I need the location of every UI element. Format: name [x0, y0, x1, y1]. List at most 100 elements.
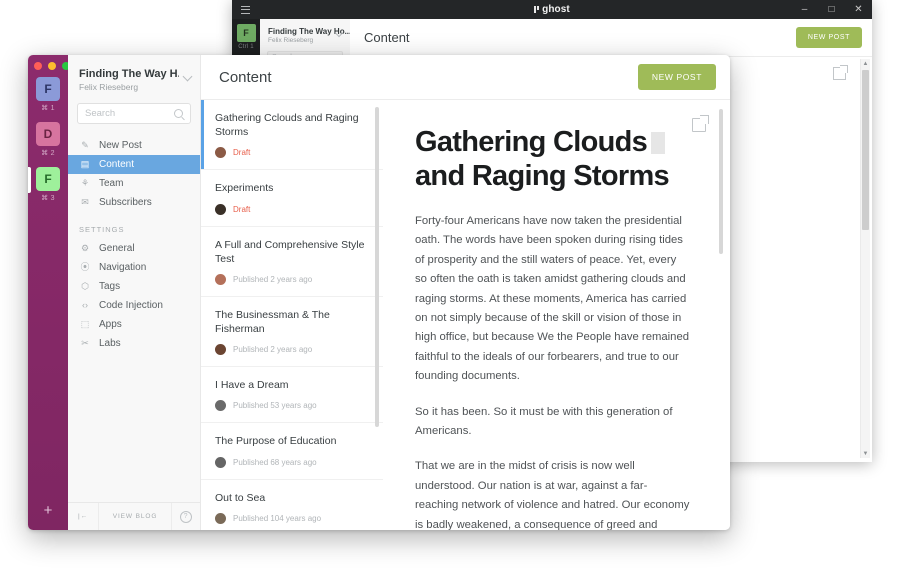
article-paragraph-2: So it has been. So it must be with this … [415, 405, 673, 438]
article-scrollbar[interactable] [719, 109, 723, 254]
blog-name[interactable]: Finding The Way H... [79, 68, 179, 80]
sidebar[interactable]: Finding The Way H... Felix Rieseberg Sea… [68, 55, 201, 530]
post-title: The Purpose of Education [215, 435, 337, 448]
scroll-up-arrow-icon[interactable]: ▲ [861, 59, 870, 68]
blog-tile-1[interactable]: F [36, 77, 60, 101]
post-status-badge: Published 2 years ago [233, 274, 313, 284]
sidebar-item-label: Tags [99, 281, 121, 292]
post-title: Out to Sea [215, 491, 266, 504]
scroll-down-arrow-icon[interactable]: ▼ [861, 449, 870, 458]
settings-nav: ⚙ General ⦿ Navigation ⬡ Tags ‹› Code In… [68, 239, 200, 353]
author-avatar [215, 147, 226, 159]
add-blog-button[interactable]: + [28, 503, 68, 518]
post-status-badge: Published 2 years ago [233, 345, 313, 355]
sidebar-item-apps[interactable]: ⬚ Apps [68, 315, 200, 334]
post-list-item[interactable]: Experiments Draft [201, 170, 383, 227]
active-blog-indicator [28, 167, 31, 193]
post-list-item[interactable]: Gathering Cclouds and Raging Storms Draf… [201, 100, 383, 171]
post-meta: Published 2 years ago [215, 344, 369, 356]
post-status-badge: Draft [233, 204, 251, 214]
post-title: Gathering Cclouds and Raging Storms [215, 112, 359, 139]
background-article-scrollbar[interactable]: ▲ ▼ [860, 59, 870, 458]
foreground-ghost-window[interactable]: F ⌘ 1 D ⌘ 2 F ⌘ 3 + Finding The Way H...… [28, 55, 730, 530]
search-placeholder: Search [85, 108, 116, 119]
help-button[interactable]: ? [171, 502, 200, 530]
edit-pencil-icon[interactable] [833, 67, 846, 80]
post-list-item[interactable]: I Have a Dream Published 53 years ago [201, 367, 383, 424]
blog-tile-slot-3[interactable]: F ⌘ 3 [28, 167, 68, 202]
sidebar-item-label: Subscribers [99, 197, 152, 208]
author-avatar [215, 273, 226, 285]
tag-icon: ⬡ [81, 281, 89, 291]
article-title-line-2: and Raging Storms [415, 159, 670, 192]
post-meta: Published 53 years ago [215, 400, 369, 412]
post-meta: Published 68 years ago [215, 456, 369, 468]
post-list-item[interactable]: Out to Sea Published 104 years ago [201, 480, 383, 530]
author-avatar [215, 456, 226, 468]
collapse-sidebar-icon[interactable]: |← [68, 502, 99, 530]
sidebar-item-navigation[interactable]: ⦿ Navigation [68, 258, 200, 277]
new-post-button[interactable]: NEW POST [637, 64, 716, 90]
sidebar-item-label: Content [99, 159, 135, 170]
background-blog-author: Felix Rieseberg [268, 37, 314, 44]
post-meta: Draft [215, 203, 369, 215]
sidebar-item-tags[interactable]: ⬡ Tags [68, 277, 200, 296]
apps-box-icon: ⬚ [80, 319, 90, 329]
background-new-post-button[interactable]: NEW POST [795, 27, 862, 48]
post-title: Experiments [215, 182, 274, 195]
page-title: Content [219, 68, 272, 86]
scrollbar-thumb[interactable] [862, 70, 869, 230]
search-input[interactable]: Search [77, 103, 191, 124]
view-blog-button[interactable]: VIEW BLOG [99, 503, 171, 531]
post-meta: Published 104 years ago [215, 512, 369, 524]
post-list-item[interactable]: The Purpose of Education Published 68 ye… [201, 423, 383, 480]
pencil-icon: ✎ [81, 140, 89, 150]
maximize-button[interactable]: □ [818, 0, 845, 19]
window-controls[interactable]: – □ ✕ [791, 0, 872, 19]
blog-tile-2[interactable]: D [36, 122, 60, 146]
sidebar-item-labs[interactable]: ✂ Labs [68, 334, 200, 353]
blog-tile-3[interactable]: F [36, 167, 60, 191]
blog-switcher-rail[interactable]: F ⌘ 1 D ⌘ 2 F ⌘ 3 + [28, 55, 70, 530]
background-page-title: Content [364, 30, 410, 45]
post-list-scrollbar[interactable] [375, 107, 379, 427]
author-avatar [215, 203, 226, 215]
primary-nav: ✎ New Post ▤ Content ⚘ Team ✉ Subscriber… [68, 136, 200, 212]
sidebar-item-subscribers[interactable]: ✉ Subscribers [68, 193, 200, 212]
minimize-button[interactable]: – [791, 0, 818, 19]
blog-tile-slot-2[interactable]: D ⌘ 2 [28, 122, 68, 157]
ghost-logo-icon [534, 6, 540, 13]
sidebar-item-label: Navigation [99, 262, 147, 273]
sidebar-item-label: Labs [99, 338, 121, 349]
author-avatar [215, 512, 226, 524]
sidebar-item-new-post[interactable]: ✎ New Post [68, 136, 200, 155]
sidebar-item-content[interactable]: ▤ Content [68, 155, 200, 174]
article-pane[interactable]: Gathering Clouds and Raging Storms Forty… [383, 100, 730, 530]
post-list-item[interactable]: A Full and Comprehensive Style Test Publ… [201, 227, 383, 297]
blog-tile[interactable]: F [236, 24, 256, 42]
article-paragraph-3: That we are in the midst of crisis is no… [415, 460, 690, 530]
sidebar-item-general[interactable]: ⚙ General [68, 239, 200, 258]
chevron-down-icon[interactable] [182, 71, 193, 82]
close-window-button[interactable] [34, 62, 42, 70]
post-list-item[interactable]: The Businessman & The Fisherman Publishe… [201, 297, 383, 368]
labs-icon: ✂ [81, 338, 89, 348]
minimize-window-button[interactable] [48, 62, 56, 70]
document-icon: ▤ [80, 159, 90, 169]
topbar: Content NEW POST [201, 55, 730, 100]
blog-tile-slot-1[interactable]: F ⌘ 1 [28, 77, 68, 112]
post-status-badge: Published 53 years ago [233, 401, 317, 411]
text-cursor-block [651, 132, 666, 154]
traffic-lights[interactable] [34, 62, 70, 70]
sidebar-item-code-injection[interactable]: ‹› Code Injection [68, 296, 200, 315]
sidebar-item-team[interactable]: ⚘ Team [68, 174, 200, 193]
code-icon: ‹› [82, 300, 88, 310]
sidebar-item-label: Apps [99, 319, 122, 330]
post-status-badge: Published 104 years ago [233, 513, 322, 523]
blog-tile-1-shortcut: ⌘ 1 [41, 105, 55, 112]
post-title: The Businessman & The Fisherman [215, 308, 330, 336]
close-button[interactable]: ✕ [845, 0, 872, 19]
author-avatar [215, 344, 226, 356]
edit-pencil-icon[interactable] [692, 115, 709, 132]
post-list[interactable]: Gathering Cclouds and Raging Storms Draf… [201, 100, 384, 530]
